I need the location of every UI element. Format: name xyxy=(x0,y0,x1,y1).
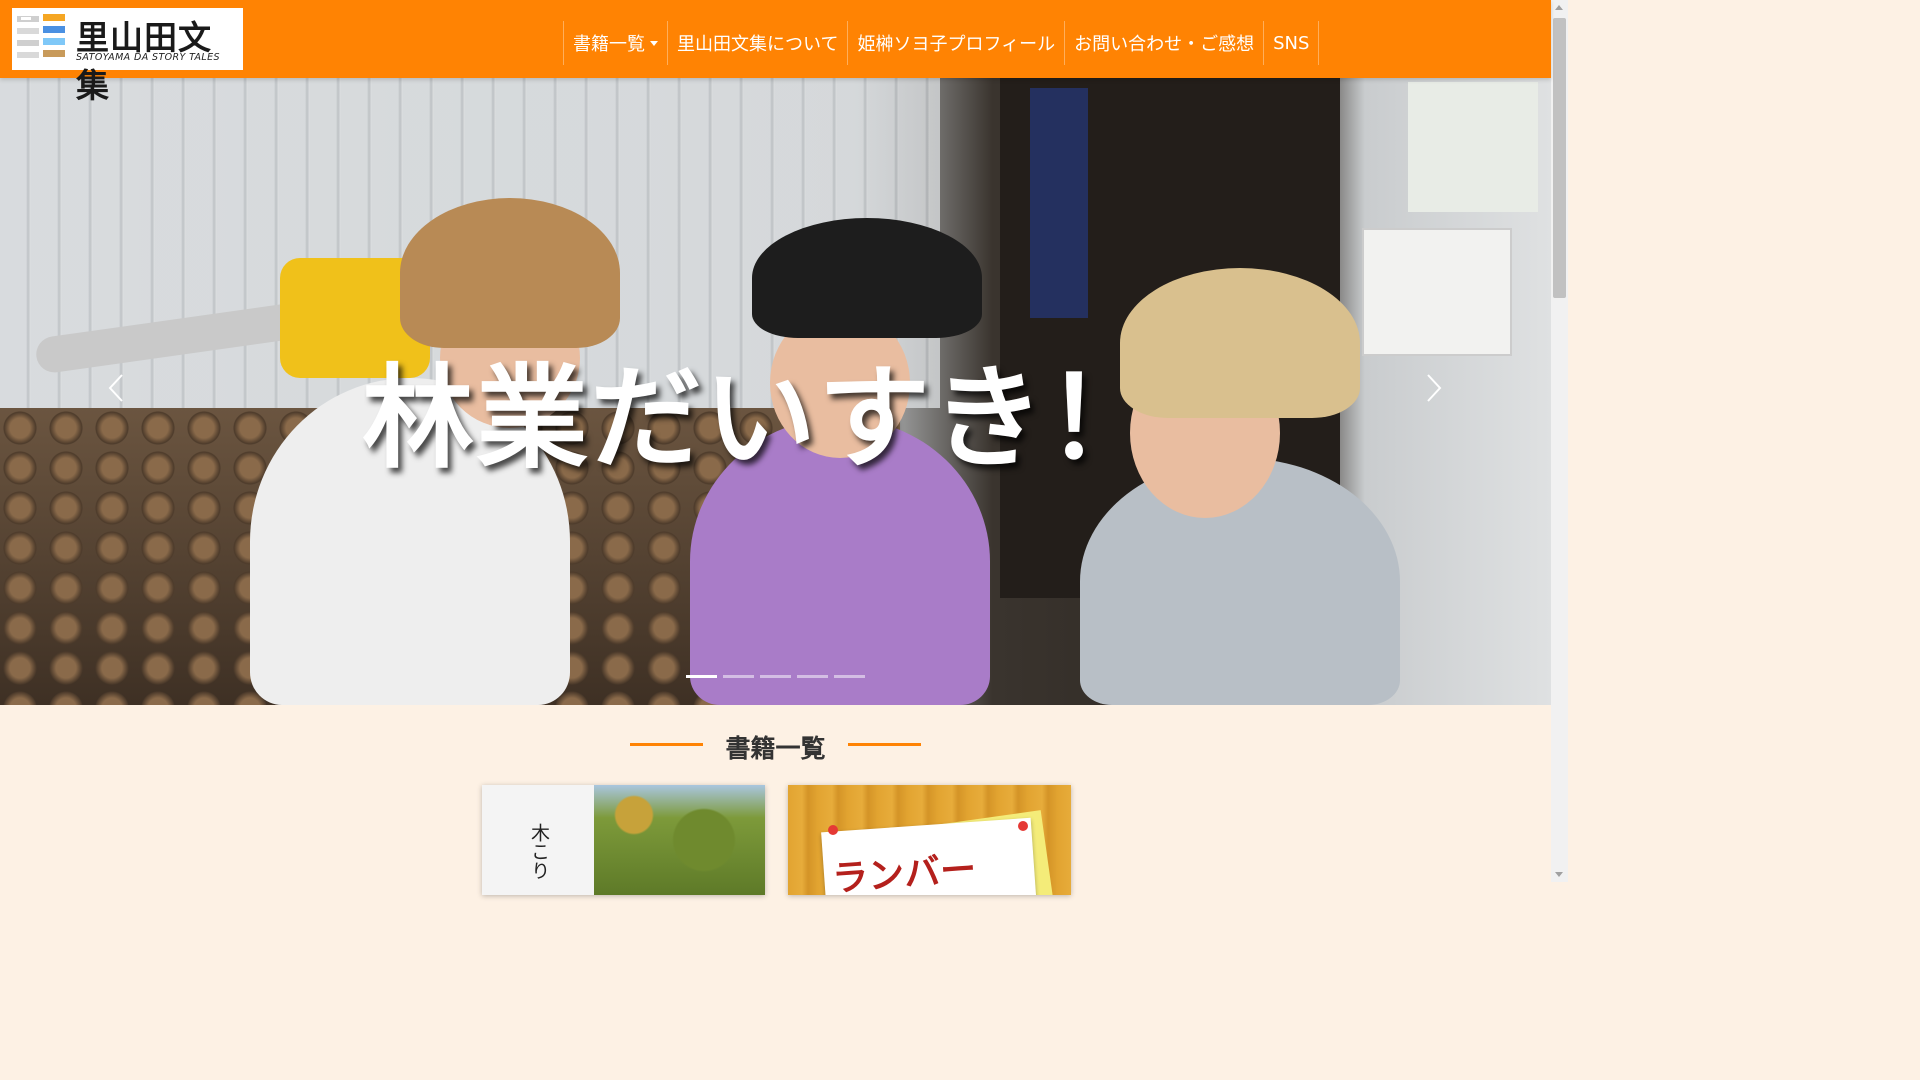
scrollbar-thumb[interactable] xyxy=(1553,18,1566,298)
carousel-indicator[interactable] xyxy=(834,675,865,678)
nav-item-sns-label: SNS xyxy=(1273,32,1310,54)
book-card-title: 木こり xyxy=(528,823,550,880)
nav-item-profile[interactable]: 姫榊ソヨ子プロフィール xyxy=(847,21,1064,65)
nav-item-books-label: 書籍一覧 xyxy=(573,34,645,55)
book-stack-logo-icon xyxy=(17,14,65,58)
scroll-up-icon[interactable] xyxy=(1555,5,1563,10)
scroll-down-icon[interactable] xyxy=(1555,872,1563,877)
hero-caption: 林業だいすき！ xyxy=(362,354,1160,484)
carousel-indicator[interactable] xyxy=(723,675,754,678)
nav-item-contact-label: お問い合わせ・ご感想 xyxy=(1074,34,1255,55)
hero-carousel: 林業だいすき！ xyxy=(0,78,1551,705)
book-card[interactable]: 木こり xyxy=(482,785,765,895)
carousel-indicator[interactable] xyxy=(686,675,717,678)
main-nav: 書籍一覧 里山田文集について 姫榊ソヨ子プロフィール お問い合わせ・ご感想 SN… xyxy=(563,21,1320,65)
nav-item-contact[interactable]: お問い合わせ・ご感想 xyxy=(1064,21,1263,65)
caret-down-icon xyxy=(650,40,658,46)
carousel-indicators xyxy=(686,675,865,678)
chevron-right-icon[interactable] xyxy=(1424,373,1444,403)
carousel-indicator[interactable] xyxy=(760,675,791,678)
pin-icon xyxy=(1018,821,1028,831)
chevron-left-icon[interactable] xyxy=(106,373,126,403)
site-header: 里山田文集 SATOYAMA DA STORY TALES 書籍一覧 里山田文集… xyxy=(0,0,1551,105)
nav-item-books[interactable]: 書籍一覧 xyxy=(563,21,667,65)
nav-item-sns[interactable]: SNS xyxy=(1263,21,1320,65)
book-card[interactable]: ランバー xyxy=(788,785,1071,895)
books-section-heading: 書籍一覧 xyxy=(725,734,826,763)
hero-photo-hat-left xyxy=(400,198,620,348)
site-logo[interactable]: 里山田文集 SATOYAMA DA STORY TALES xyxy=(12,8,243,105)
hero-photo-blue-sign xyxy=(1030,88,1088,318)
page-scrollbar[interactable] xyxy=(1551,0,1568,882)
pin-icon xyxy=(828,825,838,835)
nav-item-about-label: 里山田文集について xyxy=(677,34,839,55)
carousel-indicator[interactable] xyxy=(797,675,828,678)
heading-divider-right xyxy=(848,743,921,746)
nav-item-about[interactable]: 里山田文集について xyxy=(667,21,847,65)
book-card-title: ランバー xyxy=(830,849,978,895)
hero-photo-hat-middle xyxy=(752,218,982,338)
nav-item-profile-label: 姫榊ソヨ子プロフィール xyxy=(857,34,1056,55)
hero-photo-top-sign xyxy=(1408,82,1538,212)
logo-subtitle: SATOYAMA DA STORY TALES xyxy=(76,52,220,63)
book-cover-image xyxy=(594,785,765,895)
